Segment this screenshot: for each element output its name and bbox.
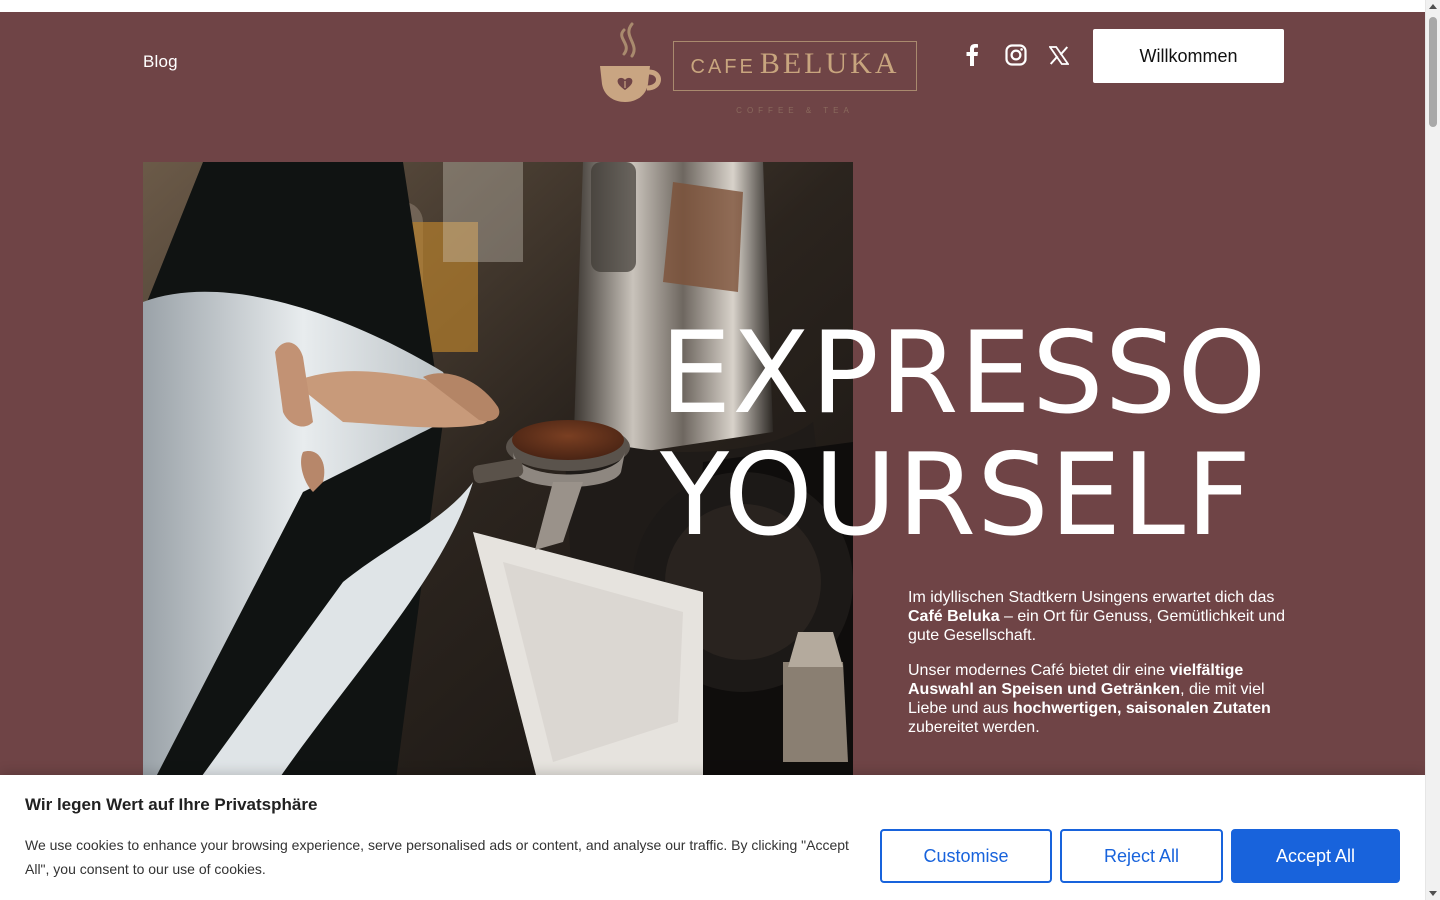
hero-headline-line2: YOURSELF — [660, 429, 1253, 561]
logo-beluka-text: BELUKA — [759, 47, 900, 80]
page-background: Blog CAFE BELUKA COFFEE & TEA Willkommen… — [0, 12, 1425, 900]
logo-frame: CAFE BELUKA — [673, 41, 917, 91]
nav-blog-link[interactable]: Blog — [143, 52, 178, 72]
reject-all-button[interactable]: Reject All — [1060, 829, 1223, 883]
intro-paragraph-2: Unser modernes Café bietet dir eine viel… — [908, 662, 1271, 736]
cookie-consent-banner: Wir legen Wert auf Ihre Privatsphäre We … — [0, 775, 1425, 900]
cookie-description: We use cookies to enhance your browsing … — [25, 837, 849, 877]
hero-intro: Im idyllischen Stadtkern Usingens erwart… — [908, 588, 1288, 753]
scroll-down-arrow-icon[interactable] — [1429, 891, 1437, 896]
coffee-cup-icon — [600, 22, 661, 102]
instagram-icon[interactable] — [1003, 42, 1029, 68]
x-icon[interactable] — [1046, 42, 1072, 68]
cafe-beluka-logo[interactable]: CAFE BELUKA COFFEE & TEA — [596, 22, 920, 115]
intro-paragraph-1: Im idyllischen Stadtkern Usingens erwart… — [908, 589, 1286, 644]
accept-all-button[interactable]: Accept All — [1231, 829, 1400, 883]
page-scrollbar[interactable] — [1425, 0, 1440, 900]
hero-headline: EXPRESSO YOURSELF — [660, 312, 1267, 556]
hero-headline-line1: EXPRESSO — [660, 307, 1268, 439]
logo-cafe-text: CAFE — [690, 56, 756, 78]
scroll-up-arrow-icon[interactable] — [1429, 4, 1437, 9]
welcome-button[interactable]: Willkommen — [1093, 29, 1284, 83]
logo-tagline: COFFEE & TEA — [736, 106, 854, 115]
scrollbar-thumb[interactable] — [1429, 17, 1437, 127]
cookie-title: Wir legen Wert auf Ihre Privatsphäre — [25, 795, 318, 814]
facebook-icon[interactable] — [959, 42, 985, 68]
customise-button[interactable]: Customise — [880, 829, 1052, 883]
